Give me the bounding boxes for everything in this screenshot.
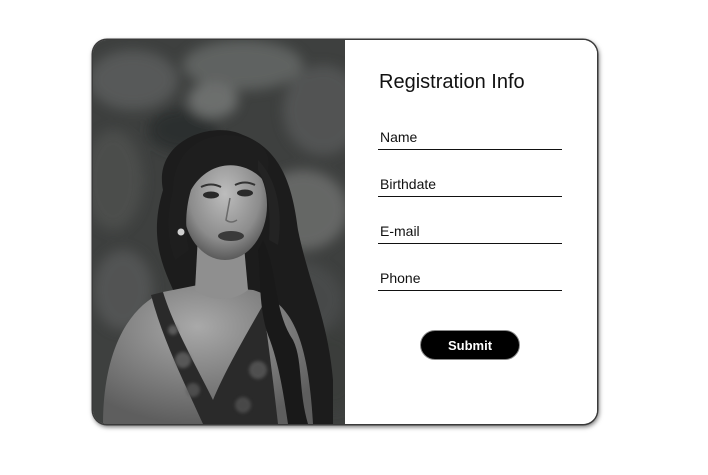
email-field <box>378 221 562 244</box>
registration-form: Registration Info Submit <box>345 40 597 424</box>
email-input[interactable] <box>378 221 562 241</box>
submit-button[interactable]: Submit <box>420 330 520 360</box>
form-title: Registration Info <box>379 71 525 93</box>
name-input[interactable] <box>378 127 562 147</box>
birthdate-field <box>378 174 562 197</box>
phone-field <box>378 268 562 291</box>
name-field <box>378 127 562 150</box>
registration-card: Registration Info Submit <box>93 40 597 424</box>
phone-input[interactable] <box>378 268 562 288</box>
portrait-photo <box>93 40 345 424</box>
birthdate-input[interactable] <box>378 174 562 194</box>
